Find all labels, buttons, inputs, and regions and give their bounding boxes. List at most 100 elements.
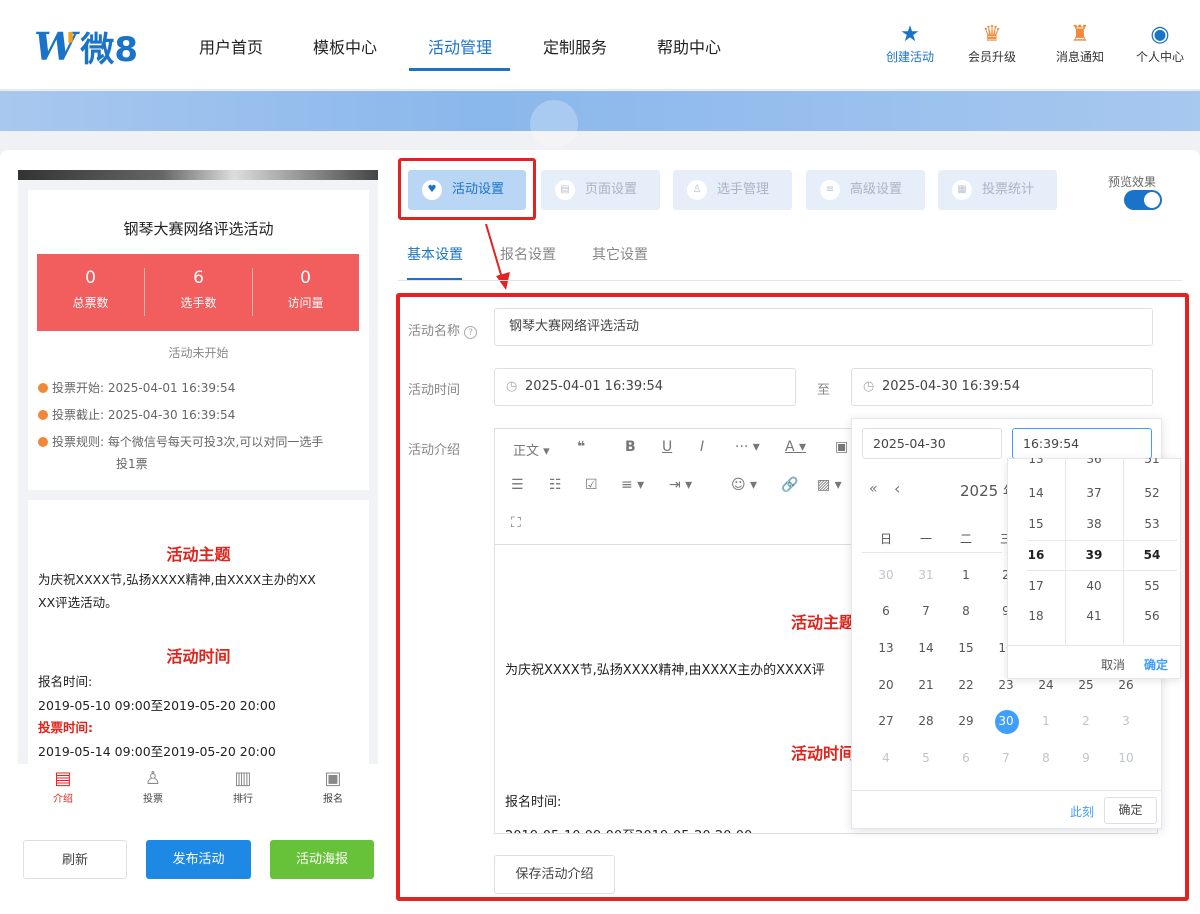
time-option[interactable]: 17 bbox=[1007, 579, 1065, 593]
day-cell[interactable]: 6 bbox=[866, 600, 906, 622]
tab-advanced-settings[interactable]: ≡ 高级设置 bbox=[806, 170, 925, 210]
time-option[interactable]: 39 bbox=[1065, 548, 1123, 562]
time-option[interactable]: 36 bbox=[1065, 458, 1123, 466]
vote-rule-text-cont: 投1票 bbox=[116, 457, 148, 471]
prev-year-button[interactable]: « bbox=[869, 481, 878, 497]
day-cell[interactable]: 10 bbox=[1106, 747, 1146, 769]
time-option[interactable]: 37 bbox=[1065, 486, 1123, 500]
create-activity-button[interactable]: ★ 创建活动 bbox=[870, 22, 950, 72]
time-option[interactable]: 40 bbox=[1065, 579, 1123, 593]
star-icon: ★ bbox=[900, 22, 920, 47]
day-cell[interactable]: 28 bbox=[906, 710, 946, 732]
subtab-active-underline bbox=[407, 278, 462, 280]
time-option[interactable]: 41 bbox=[1065, 609, 1123, 623]
day-cell[interactable]: 30 bbox=[986, 710, 1026, 732]
signup-time-value: 2019-05-10 09:00至2019-05-20 20:00 bbox=[38, 698, 276, 713]
nav-templates[interactable]: 模板中心 bbox=[313, 34, 377, 74]
day-cell[interactable]: 4 bbox=[866, 747, 906, 769]
day-cell[interactable]: 13 bbox=[866, 637, 906, 659]
tab-vote-stats[interactable]: ▦ 投票统计 bbox=[938, 170, 1057, 210]
time-option[interactable]: 13 bbox=[1007, 458, 1065, 466]
time-option[interactable]: 51 bbox=[1123, 458, 1181, 466]
time-option[interactable]: 52 bbox=[1123, 486, 1181, 500]
day-cell[interactable]: 21 bbox=[906, 674, 946, 696]
nav-custom-service[interactable]: 定制服务 bbox=[543, 34, 607, 74]
day-cell[interactable]: 1 bbox=[1026, 710, 1066, 732]
day-cell[interactable]: 1 bbox=[946, 564, 986, 586]
poster-button[interactable]: 活动海报 bbox=[270, 840, 374, 879]
person-icon: ♙ bbox=[687, 180, 707, 200]
time-option[interactable]: 54 bbox=[1123, 548, 1181, 562]
day-cell[interactable]: 3 bbox=[1106, 710, 1146, 732]
stat-value: 6 bbox=[193, 268, 204, 288]
publish-button[interactable]: 发布活动 bbox=[146, 840, 251, 879]
bell-badge-icon: ♜ bbox=[1070, 22, 1090, 47]
day-cell[interactable]: 31 bbox=[906, 564, 946, 586]
stats-icon: ▦ bbox=[952, 180, 972, 200]
day-cell[interactable]: 5 bbox=[906, 747, 946, 769]
subtab-other[interactable]: 其它设置 bbox=[592, 244, 648, 264]
time-option[interactable]: 38 bbox=[1065, 517, 1123, 531]
day-cell[interactable]: 27 bbox=[866, 710, 906, 732]
tab-contestant-manage[interactable]: ♙ 选手管理 bbox=[673, 170, 792, 210]
time-option[interactable]: 55 bbox=[1123, 579, 1181, 593]
day-cell[interactable]: 15 bbox=[946, 637, 986, 659]
time-option[interactable]: 53 bbox=[1123, 517, 1181, 531]
intro-section-text: 为庆祝XXXX节,弘扬XXXX精神,由XXXX主办的XX bbox=[38, 572, 316, 587]
stat-label: 访问量 bbox=[287, 296, 324, 310]
subtab-signup[interactable]: 报名设置 bbox=[500, 244, 556, 264]
day-cell[interactable]: 6 bbox=[946, 747, 986, 769]
day-cell[interactable]: 29 bbox=[946, 710, 986, 732]
day-cell[interactable]: 7 bbox=[986, 747, 1026, 769]
vote-rule-info: 投票规则: 每个微信号每天可投3次,可以对同一选手 bbox=[38, 432, 358, 452]
stat-total-votes: 0 总票数 bbox=[37, 268, 144, 311]
subtab-basic[interactable]: 基本设置 bbox=[407, 244, 463, 264]
day-cell[interactable]: 14 bbox=[906, 637, 946, 659]
time-confirm-button[interactable]: 确定 bbox=[1144, 656, 1168, 673]
day-cell[interactable]: 8 bbox=[946, 600, 986, 622]
day-cell[interactable]: 20 bbox=[866, 674, 906, 696]
spinner-select-line bbox=[1027, 540, 1177, 541]
nav-help[interactable]: 帮助中心 bbox=[657, 34, 721, 74]
page-icon: ▤ bbox=[555, 180, 575, 200]
day-cell[interactable]: 7 bbox=[906, 600, 946, 622]
picker-time-input[interactable]: 16:39:54 bbox=[1012, 428, 1152, 459]
day-cell[interactable]: 8 bbox=[1026, 747, 1066, 769]
day-cell[interactable]: 2 bbox=[1066, 710, 1106, 732]
now-button[interactable]: 此刻 bbox=[1070, 803, 1094, 820]
picker-confirm-button[interactable]: 确定 bbox=[1104, 797, 1157, 824]
preview-tab-rank[interactable]: ▥ 排行 bbox=[198, 768, 288, 805]
stat-visits: 0 访问量 bbox=[252, 268, 359, 311]
day-cell[interactable]: 30 bbox=[866, 564, 906, 586]
tab-page-settings[interactable]: ▤ 页面设置 bbox=[541, 170, 660, 210]
weekday-label: 日 bbox=[879, 532, 892, 546]
preview-tab-signup[interactable]: ▣ 报名 bbox=[288, 768, 378, 805]
time-cancel-button[interactable]: 取消 bbox=[1101, 656, 1125, 673]
time-option[interactable]: 56 bbox=[1123, 609, 1181, 623]
vote-time-label: 投票时间: bbox=[38, 720, 93, 735]
tab-label: 投票 bbox=[143, 794, 163, 805]
nav-home[interactable]: 用户首页 bbox=[199, 34, 263, 74]
profile-button[interactable]: ◉ 个人中心 bbox=[1120, 22, 1200, 72]
preview-tab-vote[interactable]: ♙ 投票 bbox=[108, 768, 198, 805]
time-option[interactable]: 18 bbox=[1007, 609, 1065, 623]
site-logo[interactable]: W ' 微8 bbox=[34, 24, 138, 70]
member-upgrade-button[interactable]: ♛ 会员升级 bbox=[952, 22, 1032, 72]
weekday-label: 二 bbox=[959, 532, 972, 546]
time-option[interactable]: 15 bbox=[1007, 517, 1065, 531]
notifications-button[interactable]: ♜ 消息通知 bbox=[1040, 22, 1120, 72]
vote-start-label: 投票开始: bbox=[52, 381, 105, 395]
day-cell[interactable]: 9 bbox=[1066, 747, 1106, 769]
time-option[interactable]: 14 bbox=[1007, 486, 1065, 500]
day-cell[interactable]: 22 bbox=[946, 674, 986, 696]
picker-date-input[interactable]: 2025-04-30 bbox=[862, 428, 1002, 459]
signup-time-label: 报名时间: bbox=[38, 674, 93, 689]
vote-end-info: 投票截止: 2025-04-30 16:39:54 bbox=[38, 405, 235, 425]
refresh-button[interactable]: 刷新 bbox=[23, 840, 127, 879]
tab-label: 高级设置 bbox=[850, 182, 903, 197]
preview-toggle-switch[interactable] bbox=[1124, 190, 1162, 210]
stat-label: 总票数 bbox=[72, 296, 109, 310]
prev-month-button[interactable]: ‹ bbox=[894, 479, 900, 498]
time-option[interactable]: 16 bbox=[1007, 548, 1065, 562]
preview-tab-intro[interactable]: ▤ 介绍 bbox=[18, 768, 108, 805]
